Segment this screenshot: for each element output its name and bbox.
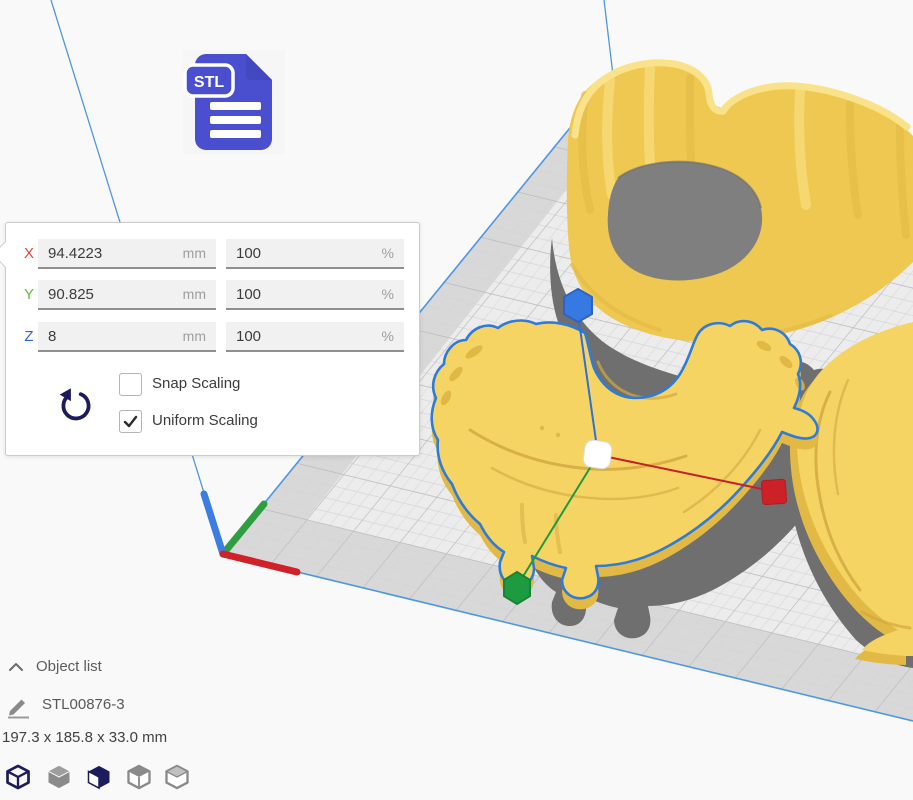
reset-scale-button[interactable] [54, 387, 92, 427]
gizmo-y-handle[interactable] [504, 572, 530, 604]
cube-flat-icon[interactable] [163, 762, 191, 794]
checkmark-icon [122, 413, 139, 430]
scale-z-percent-input[interactable] [226, 322, 404, 352]
axis-label-z: Z [20, 322, 38, 352]
model-cutter-tall[interactable] [567, 63, 913, 343]
cube-solid-gray-icon[interactable] [45, 762, 73, 794]
scale-y-percent-input[interactable] [226, 280, 404, 310]
edit-pencil-icon [6, 695, 32, 719]
panel-pointer-tail [0, 241, 19, 268]
uniform-scaling-label: Uniform Scaling [152, 409, 258, 432]
snap-scaling-checkbox[interactable] [119, 373, 142, 396]
gizmo-center-handle[interactable] [582, 439, 612, 469]
scale-x-percent-input[interactable] [226, 239, 404, 269]
viewport-3d[interactable]: STL X mm % Y mm % Z mm % Snap Scaling [0, 0, 913, 800]
cube-half-navy-icon[interactable] [85, 762, 113, 794]
snap-scaling-label: Snap Scaling [152, 372, 240, 395]
reset-icon [54, 387, 92, 427]
axis-label-x: X [20, 239, 38, 269]
gizmo-z-handle[interactable] [564, 289, 592, 322]
chevron-up-icon [8, 661, 24, 673]
cube-outline-top-icon[interactable] [125, 762, 153, 794]
scale-y-mm-input[interactable] [38, 280, 216, 310]
object-dimensions: 197.3 x 185.8 x 33.0 mm [2, 729, 167, 746]
stl-file-icon: STL [183, 50, 285, 154]
object-list-title: Object list [36, 658, 102, 675]
gizmo-x-handle[interactable] [761, 479, 787, 505]
stl-badge-text: STL [194, 74, 224, 91]
scale-tool-panel: X mm % Y mm % Z mm % Snap Scaling Unifor… [5, 222, 420, 456]
axis-label-y: Y [20, 280, 38, 310]
scale-x-mm-input[interactable] [38, 239, 216, 269]
object-item-name: STL00876-3 [42, 696, 125, 713]
scale-z-mm-input[interactable] [38, 322, 216, 352]
uniform-scaling-checkbox[interactable] [119, 410, 142, 433]
cube-wireframe-icon[interactable] [4, 762, 32, 794]
